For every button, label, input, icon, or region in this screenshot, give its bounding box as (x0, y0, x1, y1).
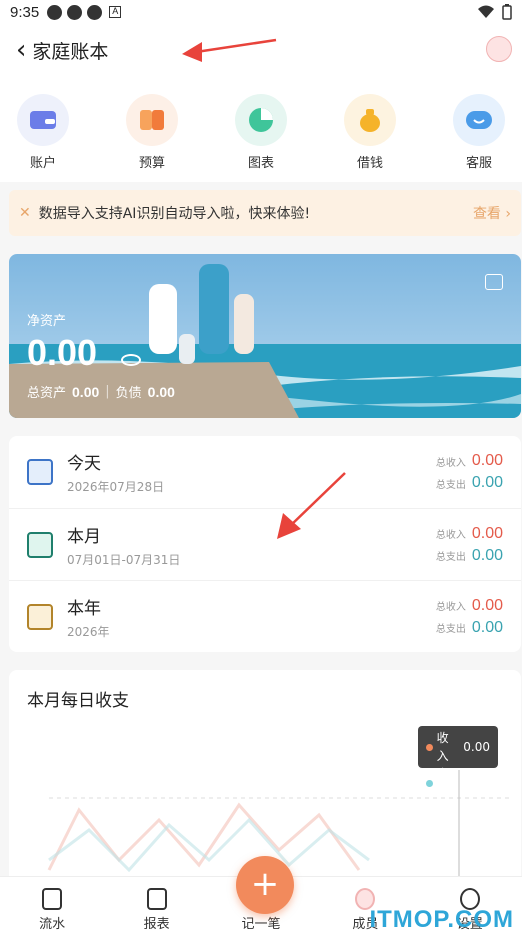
notification-icon (67, 4, 83, 20)
notebook-icon (27, 603, 53, 630)
calendar-icon (27, 531, 53, 558)
expense-line (48, 817, 370, 873)
status-bar: 9:35 A (0, 0, 522, 24)
expense-value: 0.00 (471, 618, 503, 636)
header: ‹ 家庭账本 (0, 24, 522, 76)
quick-action-chart[interactable]: 图表 (232, 94, 290, 182)
quick-action-borrow[interactable]: 借钱 (341, 94, 399, 182)
money-bag-icon (360, 109, 380, 132)
card-icon (27, 459, 53, 485)
report-icon (146, 888, 167, 910)
quick-action-budget[interactable]: 预算 (123, 94, 181, 182)
tab-report[interactable]: 报表 (122, 888, 192, 932)
quick-actions: 账户 预算 图表 借钱 客服 (0, 76, 522, 182)
wifi-icon (478, 5, 494, 18)
income-dot-icon (426, 743, 433, 751)
divider: | (105, 384, 110, 399)
notification-icon (87, 4, 103, 20)
income-value: 0.00 (471, 452, 503, 469)
total-assets-label: 总资产 (27, 386, 67, 401)
total-assets-value: 0.00 (72, 383, 100, 400)
mascot-avatar[interactable] (486, 36, 512, 62)
annotation-arrow-icon (277, 472, 346, 539)
period-row-year[interactable]: 本年 2026年 总收入 0.00 总支出 0.00 (9, 580, 521, 652)
income-label: 总收入 (435, 602, 466, 613)
expense-value: 0.00 (471, 474, 503, 491)
period-title: 本月 (67, 526, 101, 547)
tooltip-income-value: 0.00 (463, 740, 490, 754)
tip-view-link[interactable]: 查看 › (473, 203, 511, 223)
net-assets-label: 净资产 (27, 314, 67, 329)
watermark: ITMOP.COM (369, 906, 514, 933)
tab-flow[interactable]: 流水 (17, 888, 87, 932)
tip-message: 数据导入支持AI识别自动导入啦，快来体验! (38, 206, 311, 222)
income-value: 0.00 (471, 524, 503, 542)
net-assets-value: 0.00 (27, 332, 98, 373)
tip-banner: ✕ 数据导入支持AI识别自动导入啦，快来体验! 查看 › (9, 190, 521, 236)
page-title: 家庭账本 (32, 40, 109, 63)
quick-action-label: 客服 (465, 156, 492, 171)
period-row-today[interactable]: 今天 2026年07月28日 总收入 0.00 总支出 0.00 (9, 436, 521, 508)
trend-chart-icon[interactable] (485, 274, 503, 290)
expense-label: 总支出 (435, 479, 466, 491)
pie-chart-icon (249, 108, 273, 132)
income-label: 总收入 (435, 457, 466, 469)
tab-label: 报表 (143, 917, 170, 932)
expense-value: 0.00 (471, 546, 503, 564)
quick-action-account[interactable]: 账户 (14, 94, 72, 182)
quick-action-label: 账户 (29, 156, 56, 171)
back-icon[interactable]: ‹ (16, 37, 26, 63)
quick-action-service[interactable]: 客服 (450, 94, 508, 182)
budget-icon (140, 110, 164, 130)
notification-icon (47, 4, 63, 20)
tab-label: 记一笔 (241, 917, 281, 932)
period-row-month[interactable]: 本月 07月01日-07月31日 总收入 0.00 总支出 0.00 (9, 472, 521, 580)
daily-chart-title: 本月每日收支 (27, 691, 129, 711)
period-date: 2026年07月28日 (67, 480, 165, 494)
period-title: 今天 (67, 454, 101, 474)
battery-icon (502, 4, 512, 20)
list-icon (42, 888, 63, 910)
period-title: 本年 (67, 598, 101, 619)
period-date: 07月01日-07月31日 (67, 552, 181, 567)
wallet-icon (30, 111, 56, 129)
expense-label: 总支出 (435, 552, 466, 563)
liabilities-label: 负债 (115, 386, 142, 401)
close-icon[interactable]: ✕ (19, 205, 31, 221)
app-icon: A (109, 6, 122, 18)
period-summary: 今天 2026年07月28日 总收入 0.00 总支出 0.00 本月 07月01日… (9, 436, 521, 652)
chart-tooltip: 收入 0.00 支出 0.00 (418, 726, 498, 799)
expense-dot-icon (426, 779, 433, 787)
quick-action-label: 借钱 (356, 156, 383, 171)
expense-label: 总支出 (435, 624, 466, 635)
income-value: 0.00 (471, 596, 503, 614)
income-label: 总收入 (435, 530, 466, 541)
net-assets-card[interactable]: 净资产 0.00 总资产 0.00 | 负债 0.00 (9, 254, 521, 418)
quick-action-label: 图表 (247, 156, 274, 171)
tip-view-label: 查看 (472, 206, 501, 222)
eye-icon[interactable] (121, 354, 141, 366)
add-record-button[interactable]: + (236, 856, 294, 914)
customer-service-icon (466, 111, 492, 129)
status-time: 9:35 (10, 3, 40, 21)
quick-action-label: 预算 (138, 156, 165, 171)
tab-label: 流水 (39, 917, 66, 932)
assets-summary: 总资产 0.00 | 负债 0.00 (27, 382, 175, 402)
tooltip-expense-label: 支出 (436, 767, 449, 799)
tooltip-income-label: 收入 (436, 731, 449, 763)
period-date: 2026年 (67, 624, 110, 639)
annotation-arrow-icon (182, 38, 277, 62)
tooltip-expense-value: 0.00 (463, 776, 490, 790)
liabilities-value: 0.00 (147, 383, 175, 400)
